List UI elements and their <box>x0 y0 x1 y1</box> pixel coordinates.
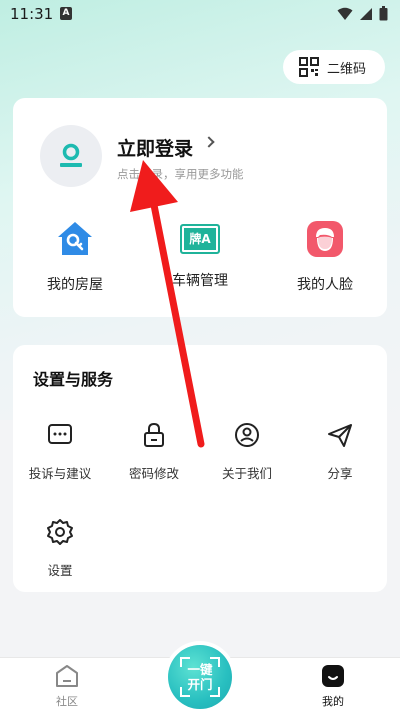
status-bar: 11:31 A <box>0 0 400 28</box>
status-time: 11:31 <box>10 5 54 23</box>
about-us-label: 关于我们 <box>221 466 272 481</box>
community-icon <box>56 665 78 687</box>
login-title[interactable]: 立即登录 <box>117 134 193 161</box>
qr-code-icon <box>299 57 319 77</box>
wifi-icon <box>337 7 353 20</box>
about-us-button[interactable]: 关于我们 <box>201 421 293 482</box>
scan-corner-icon <box>180 687 190 697</box>
license-plate-badge: 牌A <box>189 232 211 246</box>
tab-mine-label: 我的 <box>322 695 344 708</box>
notification-icon: A <box>60 7 72 20</box>
battery-icon <box>379 6 388 21</box>
face-icon <box>307 221 343 257</box>
settings-title: 设置与服务 <box>33 370 114 389</box>
scan-corner-icon <box>210 687 220 697</box>
settings-label: 设置 <box>47 563 73 578</box>
open-door-line1: 一键 <box>187 662 213 677</box>
mine-icon <box>322 665 344 687</box>
chevron-right-icon <box>203 136 215 148</box>
one-key-open-door-button[interactable]: 一键 开门 <box>168 645 232 709</box>
message-dots-icon <box>48 424 72 444</box>
scan-corner-icon <box>180 657 190 667</box>
qr-code-label: 二维码 <box>327 61 367 77</box>
scan-corner-icon <box>210 657 220 667</box>
login-subtitle: 点击登录，享用更多功能 <box>117 167 244 181</box>
my-face-button[interactable]: 我的人脸 <box>265 220 385 294</box>
settings-button[interactable]: 设置 <box>14 518 106 579</box>
vehicle-management-button[interactable]: 牌A 车辆管理 <box>140 220 260 290</box>
feedback-label: 投诉与建议 <box>28 466 92 481</box>
lock-icon <box>144 422 164 447</box>
status-icons <box>337 6 388 21</box>
qr-code-button[interactable]: 二维码 <box>283 50 385 84</box>
open-door-line2: 开门 <box>187 677 213 692</box>
tab-community-label: 社区 <box>56 695 78 708</box>
tab-community[interactable]: 社区 <box>37 664 97 709</box>
gear-icon <box>47 519 73 545</box>
feedback-button[interactable]: 投诉与建议 <box>14 421 106 482</box>
my-face-label: 我的人脸 <box>297 277 353 293</box>
license-plate-icon: 牌A <box>180 224 220 254</box>
change-password-label: 密码修改 <box>128 466 179 481</box>
change-password-button[interactable]: 密码修改 <box>108 421 200 482</box>
tab-mine[interactable]: 我的 <box>303 664 363 709</box>
share-label: 分享 <box>327 466 353 481</box>
send-icon <box>328 424 352 447</box>
avatar[interactable] <box>40 125 102 187</box>
signal-icon <box>360 7 372 20</box>
user-circle-icon <box>235 423 259 447</box>
my-house-label: 我的房屋 <box>47 277 103 293</box>
house-key-icon <box>58 222 92 255</box>
profile-card: 立即登录 点击登录，享用更多功能 我的房屋 牌A 车辆管理 我的人脸 <box>13 98 387 317</box>
settings-card: 设置与服务 投诉与建议 密码修改 关于我们 分享 设置 <box>13 345 387 592</box>
vehicle-management-label: 车辆管理 <box>172 273 228 289</box>
user-avatar-icon <box>60 143 82 167</box>
share-button[interactable]: 分享 <box>294 421 386 482</box>
my-house-button[interactable]: 我的房屋 <box>15 220 135 294</box>
